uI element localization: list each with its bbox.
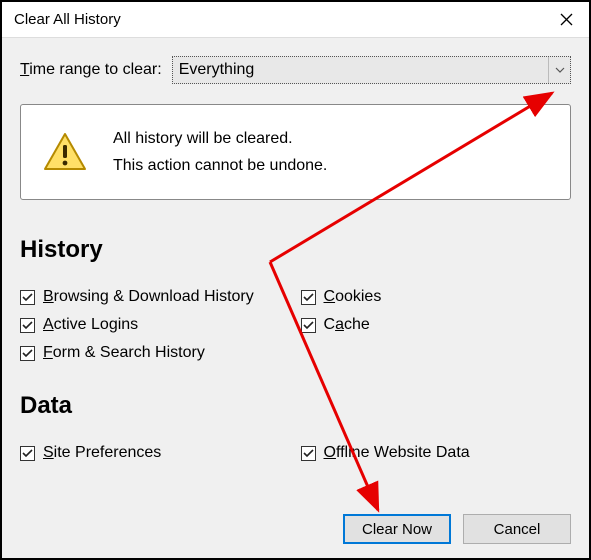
section-data-title: Data xyxy=(20,392,571,420)
titlebar: Clear All History xyxy=(2,2,589,38)
timerange-select[interactable]: Everything xyxy=(172,56,571,84)
data-checks: Site Preferences Offline Website Data xyxy=(20,444,571,462)
chevron-down-icon xyxy=(555,67,565,73)
warning-text: All history will be cleared. This action… xyxy=(113,125,327,179)
check-label: Browsing & Download History xyxy=(43,288,254,306)
check-icon xyxy=(303,292,314,303)
checkbox[interactable] xyxy=(20,346,35,361)
check-icon xyxy=(303,448,314,459)
check-site-prefs[interactable]: Site Preferences xyxy=(20,444,291,462)
check-label: Form & Search History xyxy=(43,344,205,362)
check-offline-data[interactable]: Offline Website Data xyxy=(301,444,572,462)
history-checks: Browsing & Download History Cookies Acti… xyxy=(20,288,571,362)
check-label: Offline Website Data xyxy=(324,444,470,462)
check-active-logins[interactable]: Active Logins xyxy=(20,316,291,334)
checkbox[interactable] xyxy=(301,290,316,305)
dropdown-arrow xyxy=(548,57,570,83)
checkbox[interactable] xyxy=(20,290,35,305)
check-label: Cookies xyxy=(324,288,382,306)
check-form-search[interactable]: Form & Search History xyxy=(20,344,291,362)
clear-history-dialog: Clear All History Time range to clear: E… xyxy=(0,0,591,560)
checkbox[interactable] xyxy=(301,446,316,461)
warning-panel: All history will be cleared. This action… xyxy=(20,104,571,200)
check-cache[interactable]: Cache xyxy=(301,316,572,334)
timerange-selected-value: Everything xyxy=(179,61,255,79)
cancel-button[interactable]: Cancel xyxy=(463,514,571,544)
timerange-row: Time range to clear: Everything xyxy=(20,56,571,84)
warning-icon xyxy=(43,132,87,172)
check-cookies[interactable]: Cookies xyxy=(301,288,572,306)
clear-now-button[interactable]: Clear Now xyxy=(343,514,451,544)
checkbox[interactable] xyxy=(20,318,35,333)
check-browsing[interactable]: Browsing & Download History xyxy=(20,288,291,306)
section-history-title: History xyxy=(20,236,571,264)
check-icon xyxy=(22,448,33,459)
check-label: Cache xyxy=(324,316,370,334)
checkbox[interactable] xyxy=(20,446,35,461)
close-icon xyxy=(560,13,573,26)
timerange-label: Time range to clear: xyxy=(20,61,162,79)
warning-line2: This action cannot be undone. xyxy=(113,152,327,179)
check-icon xyxy=(22,292,33,303)
close-button[interactable] xyxy=(543,2,589,38)
window-title: Clear All History xyxy=(14,11,543,28)
checkbox[interactable] xyxy=(301,318,316,333)
check-icon xyxy=(22,348,33,359)
check-icon xyxy=(22,320,33,331)
button-row: Clear Now Cancel xyxy=(20,514,571,544)
check-label: Active Logins xyxy=(43,316,138,334)
warning-line1: All history will be cleared. xyxy=(113,125,327,152)
dialog-body: Time range to clear: Everything All hist… xyxy=(2,38,589,558)
check-label: Site Preferences xyxy=(43,444,161,462)
check-icon xyxy=(303,320,314,331)
